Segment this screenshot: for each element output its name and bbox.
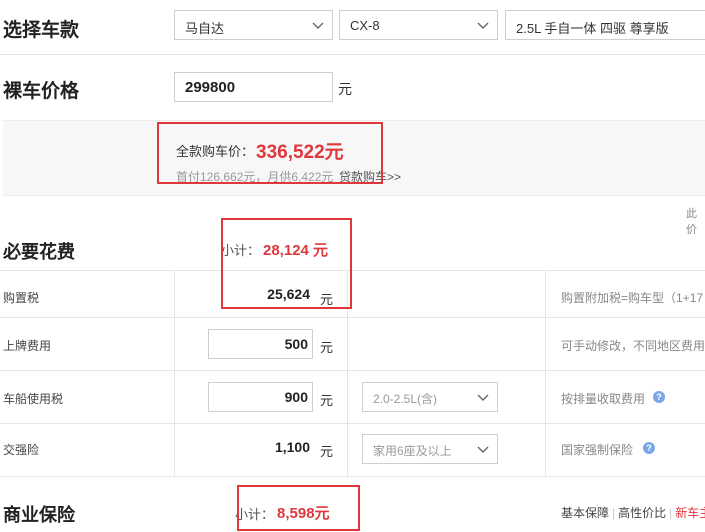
seats-select-value: 家用6座及以上 bbox=[373, 444, 452, 458]
registration-fee-label: 上牌费用 bbox=[3, 339, 52, 353]
compulsory-insurance-label: 交强险 bbox=[3, 443, 40, 457]
price-unit: 元 bbox=[338, 81, 352, 97]
plan-value-link[interactable]: 高性价比 bbox=[618, 506, 666, 520]
compulsory-insurance-unit: 元 bbox=[320, 444, 334, 459]
series-select[interactable]: CX-8 bbox=[339, 10, 498, 40]
price-input[interactable]: 299800 bbox=[174, 72, 333, 102]
compulsory-insurance-value: 1,100 bbox=[274, 439, 310, 455]
plan-basic-link[interactable]: 基本保障 bbox=[561, 506, 609, 520]
vehicle-tax-unit: 元 bbox=[320, 393, 334, 408]
row-divider bbox=[0, 476, 705, 477]
divider bbox=[0, 54, 705, 55]
model-select-value: 2.5L 手自一体 四驱 尊享版 bbox=[516, 21, 669, 36]
registration-fee-unit: 元 bbox=[320, 340, 334, 355]
select-car-title: 选择车款 bbox=[3, 20, 80, 41]
plan-new-owner-link[interactable]: 新车主 bbox=[675, 506, 705, 520]
highlight-box bbox=[237, 485, 360, 531]
registration-fee-input[interactable]: 500 bbox=[208, 329, 313, 359]
row-divider bbox=[0, 370, 705, 371]
compulsory-insurance-note: 国家强制保险 bbox=[561, 443, 634, 457]
chevron-down-icon bbox=[312, 20, 324, 30]
chevron-down-icon bbox=[477, 392, 489, 402]
vehicle-tax-label: 车船使用税 bbox=[3, 392, 64, 406]
column-divider bbox=[545, 270, 546, 476]
brand-select-value: 马自达 bbox=[185, 21, 225, 36]
registration-fee-note: 可手动修改，不同地区费用 bbox=[561, 339, 705, 353]
purchase-tax-note: 购置附加税=购车型（1+17 bbox=[561, 291, 704, 305]
displacement-select[interactable]: 2.0-2.5L(含) bbox=[362, 382, 498, 412]
highlight-box bbox=[157, 122, 383, 184]
vehicle-tax-note: 按排量收取费用 bbox=[561, 392, 646, 406]
highlight-box bbox=[221, 218, 352, 309]
column-divider bbox=[174, 270, 175, 476]
seats-select[interactable]: 家用6座及以上 bbox=[362, 434, 498, 464]
model-select[interactable]: 2.5L 手自一体 四驱 尊享版 bbox=[505, 10, 705, 40]
question-icon[interactable]: ? bbox=[653, 391, 665, 403]
chevron-down-icon bbox=[477, 20, 489, 30]
required-title: 必要花费 bbox=[3, 242, 75, 262]
insurance-plan-links: 基本保障|高性价比|新车主 bbox=[561, 504, 705, 521]
row-divider bbox=[0, 317, 705, 318]
purchase-tax-label: 购置税 bbox=[3, 291, 40, 305]
vehicle-tax-input[interactable]: 900 bbox=[208, 382, 313, 412]
insurance-title: 商业保险 bbox=[3, 505, 75, 525]
right-hint: 此价 bbox=[686, 208, 697, 236]
series-select-value: CX-8 bbox=[350, 18, 380, 33]
brand-select[interactable]: 马自达 bbox=[174, 10, 333, 40]
price-title: 裸车价格 bbox=[3, 81, 80, 102]
row-divider bbox=[0, 423, 705, 424]
displacement-select-value: 2.0-2.5L(含) bbox=[373, 392, 438, 406]
question-icon[interactable]: ? bbox=[643, 442, 655, 454]
divider bbox=[0, 270, 705, 271]
chevron-down-icon bbox=[477, 444, 489, 454]
